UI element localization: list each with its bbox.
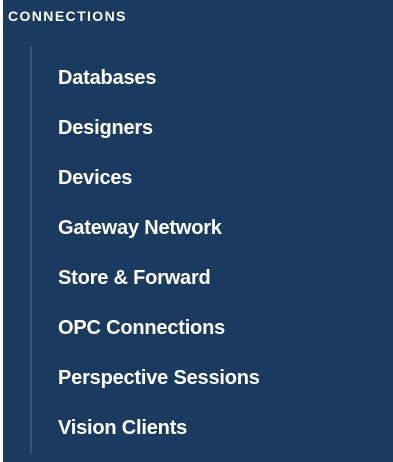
connections-nav-list: Databases Designers Devices Gateway Netw…: [3, 53, 393, 453]
connections-nav-panel: CONNECTIONS Databases Designers Devices …: [3, 0, 393, 462]
nav-item-label: Store & Forward: [58, 266, 211, 289]
nav-item-label: OPC Connections: [58, 316, 226, 339]
section-title: CONNECTIONS: [8, 8, 127, 24]
nav-item-label: Vision Clients: [58, 416, 188, 439]
nav-item-vision-clients[interactable]: Vision Clients: [3, 403, 393, 453]
nav-item-label: Devices: [58, 166, 133, 189]
nav-item-perspective-sessions[interactable]: Perspective Sessions: [3, 353, 393, 403]
nav-item-label: Gateway Network: [58, 216, 222, 239]
nav-item-databases[interactable]: Databases: [3, 53, 393, 103]
nav-item-opc-connections[interactable]: OPC Connections: [3, 303, 393, 353]
nav-item-label: Perspective Sessions: [58, 366, 260, 389]
nav-item-designers[interactable]: Designers: [3, 103, 393, 153]
nav-item-label: Designers: [58, 116, 153, 139]
nav-item-gateway-network[interactable]: Gateway Network: [3, 203, 393, 253]
nav-item-store-and-forward[interactable]: Store & Forward: [3, 253, 393, 303]
nav-item-devices[interactable]: Devices: [3, 153, 393, 203]
nav-item-label: Databases: [58, 66, 157, 89]
